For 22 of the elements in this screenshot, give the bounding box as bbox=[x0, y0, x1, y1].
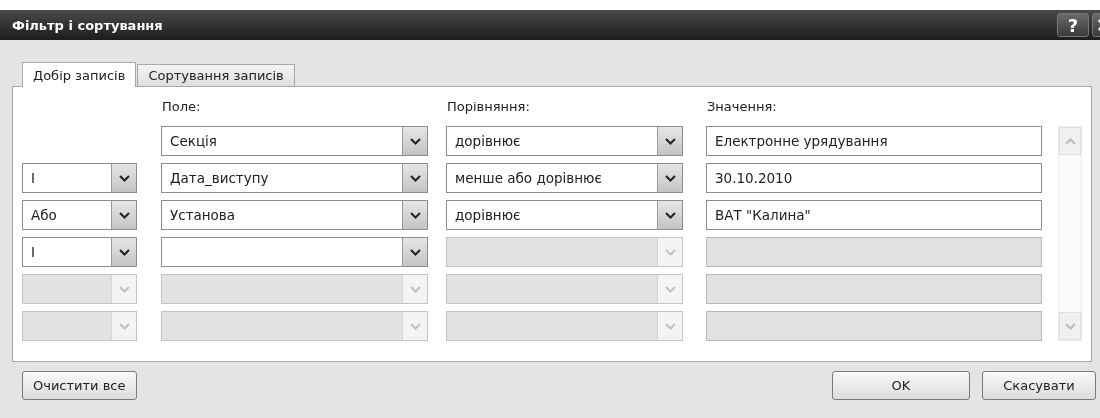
dropdown[interactable]: Секція bbox=[161, 126, 428, 156]
dropdown[interactable]: I bbox=[22, 163, 137, 193]
tab[interactable]: Сортування записів bbox=[137, 64, 295, 86]
ok-button[interactable]: OK bbox=[832, 371, 970, 400]
window-title: Фільтр і сортування bbox=[12, 17, 164, 33]
dropdown[interactable]: дорівнює bbox=[446, 200, 683, 230]
value-field[interactable]: 30.10.2010 bbox=[706, 163, 1042, 193]
column-label: Значення: bbox=[706, 99, 778, 114]
value-field[interactable]: Електронне урядування bbox=[706, 126, 1042, 156]
tab[interactable]: Добір записів bbox=[22, 62, 137, 87]
dropdown[interactable]: Або bbox=[22, 200, 137, 230]
column-label: Порівняння: bbox=[446, 99, 531, 114]
cancel-button[interactable]: Скасувати bbox=[982, 371, 1096, 400]
value-field[interactable]: ВАТ "Калина" bbox=[706, 200, 1042, 230]
dropdown[interactable]: дорівнює bbox=[446, 126, 683, 156]
clear-all-button[interactable]: Очистити все bbox=[22, 371, 137, 400]
dropdown[interactable]: менше або дорівнює bbox=[446, 163, 683, 193]
column-label: Поле: bbox=[161, 99, 202, 114]
dropdown[interactable]: Дата_виступу bbox=[161, 163, 428, 193]
dropdown[interactable]: Установа bbox=[161, 200, 428, 230]
help-button[interactable]: ? bbox=[1057, 13, 1089, 37]
dropdown[interactable]: I bbox=[22, 237, 137, 267]
